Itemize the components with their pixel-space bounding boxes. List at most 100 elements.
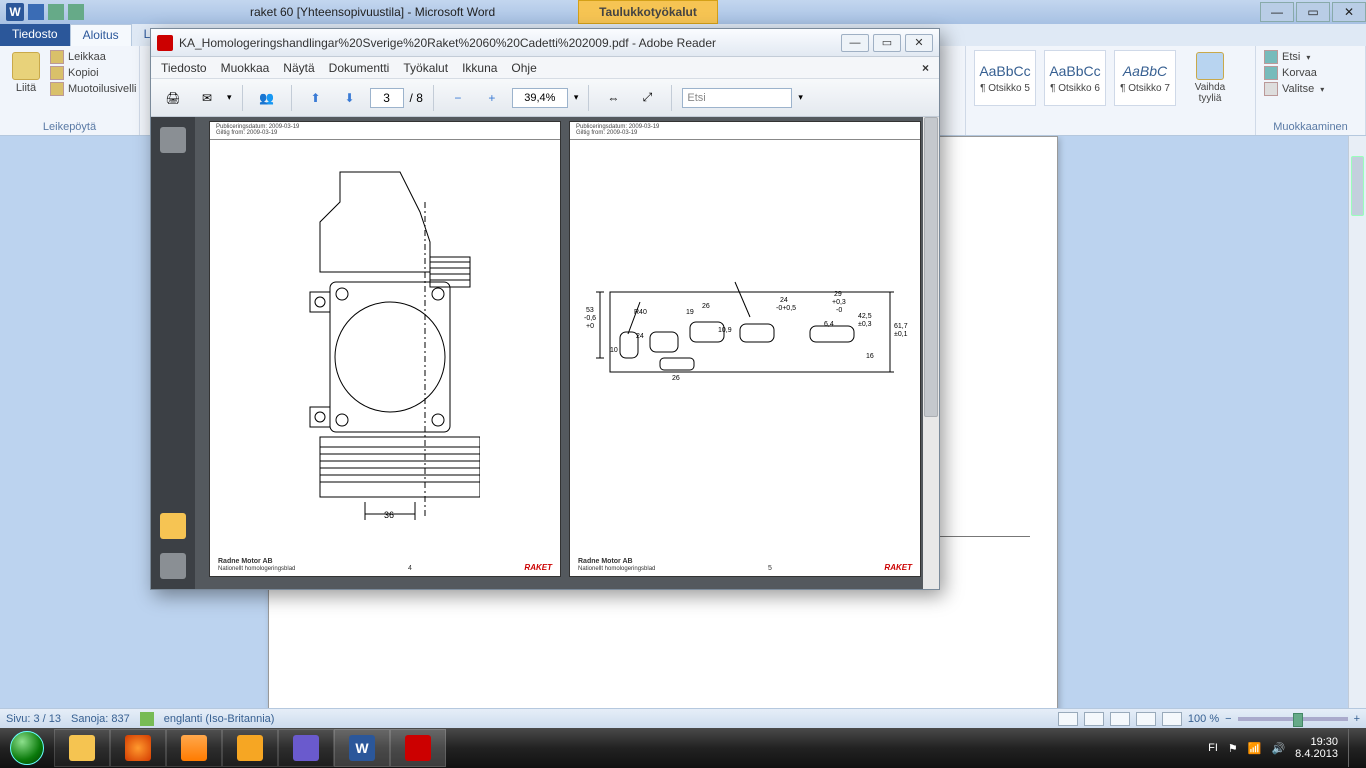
menu-help[interactable]: Ohje (511, 61, 536, 75)
menu-view[interactable]: Näytä (283, 61, 314, 75)
tray-volume-icon[interactable]: 🔊 (1271, 742, 1285, 755)
menu-window[interactable]: Ikkuna (462, 61, 497, 75)
reader-vertical-scrollbar[interactable] (923, 117, 939, 589)
zoom-out-button[interactable]: − (444, 84, 472, 112)
fit-page-button[interactable]: ⤢ (633, 84, 661, 112)
scrollbar-thumb[interactable] (924, 117, 938, 417)
fit-page-icon: ⤢ (643, 90, 653, 105)
zoom-out-button[interactable]: − (1225, 713, 1231, 725)
zoom-slider[interactable] (1238, 717, 1348, 721)
fit-width-button[interactable]: ⇔ (599, 84, 627, 112)
page-header: Publiceringsdatum: 2009-03-19 Giltig fro… (210, 122, 560, 140)
select-button[interactable]: Valitse▾ (1264, 82, 1324, 96)
copy-button[interactable]: Kopioi (50, 66, 136, 80)
menu-close-doc-button[interactable]: × (922, 61, 929, 75)
menu-edit[interactable]: Muokkaa (221, 61, 270, 75)
svg-text:-0+0,5: -0+0,5 (776, 305, 796, 312)
show-desktop-button[interactable] (1348, 729, 1358, 767)
tray-language[interactable]: FI (1208, 742, 1218, 754)
tray-flag-icon[interactable]: ⚑ (1228, 742, 1238, 755)
reader-page-view[interactable]: Publiceringsdatum: 2009-03-19 Giltig fro… (195, 117, 939, 589)
email-button[interactable]: ✉ (193, 84, 221, 112)
minimize-button[interactable]: — (1260, 2, 1294, 22)
view-draft[interactable] (1162, 712, 1182, 726)
view-full-screen[interactable] (1084, 712, 1104, 726)
taskbar-word[interactable]: W (334, 729, 390, 767)
tray-network-icon[interactable]: 📶 (1248, 742, 1262, 755)
find-input[interactable]: Etsi (682, 88, 792, 108)
pdf-page-left: Publiceringsdatum: 2009-03-19 Giltig fro… (209, 121, 561, 577)
zoom-in-button[interactable]: + (478, 84, 506, 112)
taskbar-adobe-reader[interactable] (390, 729, 446, 767)
maximize-button[interactable]: ▭ (1296, 2, 1330, 22)
redo-icon[interactable] (68, 4, 84, 20)
zoom-level[interactable]: 100 % (1188, 713, 1219, 725)
page-down-button[interactable]: ⬇ (336, 84, 364, 112)
reader-close-button[interactable]: ✕ (905, 34, 933, 52)
collaborate-button[interactable]: 👥 (253, 84, 281, 112)
taskbar-unknown[interactable] (278, 729, 334, 767)
svg-text:24: 24 (636, 333, 644, 340)
style-heading6[interactable]: AaBbCc ¶ Otsikko 6 (1044, 50, 1106, 106)
cut-button[interactable]: Leikkaa (50, 50, 136, 64)
page-number-input[interactable] (370, 88, 404, 108)
reader-maximize-button[interactable]: ▭ (873, 34, 901, 52)
contextual-tab-table-tools[interactable]: Taulukkotyökalut (578, 0, 718, 24)
status-page[interactable]: Sivu: 3 / 13 (6, 713, 61, 725)
thumbnails-icon[interactable] (160, 127, 186, 153)
zoom-in-button[interactable]: + (1354, 713, 1360, 725)
svg-text:±0,3: ±0,3 (858, 321, 872, 328)
start-button[interactable] (0, 728, 54, 768)
view-outline[interactable] (1136, 712, 1156, 726)
attachments-icon[interactable] (160, 553, 186, 579)
page-up-button[interactable]: ⬆ (302, 84, 330, 112)
svg-text:±0,1: ±0,1 (894, 331, 908, 338)
comments-icon[interactable] (160, 513, 186, 539)
view-web-layout[interactable] (1110, 712, 1130, 726)
word-vertical-scrollbar[interactable] (1348, 136, 1366, 708)
page-footer: Radne Motor AB Nationellt homologeringsb… (218, 558, 552, 572)
menu-tools[interactable]: Työkalut (403, 61, 448, 75)
taskbar-firefox[interactable] (110, 729, 166, 767)
tray-clock[interactable]: 19:30 8.4.2013 (1295, 736, 1338, 760)
svg-text:26: 26 (672, 375, 680, 382)
word-logo-icon: W (6, 3, 24, 21)
cut-label: Leikkaa (68, 51, 106, 63)
replace-button[interactable]: Korvaa (1264, 66, 1324, 80)
taskbar-outlook[interactable] (222, 729, 278, 767)
taskbar-explorer[interactable] (54, 729, 110, 767)
proofing-icon[interactable] (140, 712, 154, 726)
style-heading5[interactable]: AaBbCc ¶ Otsikko 5 (974, 50, 1036, 106)
reader-content: Publiceringsdatum: 2009-03-19 Giltig fro… (151, 117, 939, 589)
menu-file[interactable]: Tiedosto (161, 61, 207, 75)
zoom-level-box[interactable]: 39,4% (512, 88, 568, 108)
format-painter-button[interactable]: Muotoilusivelli (50, 82, 136, 96)
print-button[interactable]: 🖨 (159, 84, 187, 112)
outlook-icon (237, 735, 263, 761)
clock-time: 19:30 (1295, 736, 1338, 748)
find-button[interactable]: Etsi▾ (1264, 50, 1324, 64)
scrollbar-thumb[interactable] (1351, 156, 1364, 216)
reader-titlebar[interactable]: KA_Homologeringshandlingar%20Sverige%20R… (151, 29, 939, 57)
select-icon (1264, 82, 1278, 96)
change-styles-label: Vaihda tyyliä (1188, 82, 1232, 104)
tab-file[interactable]: Tiedosto (0, 24, 70, 46)
select-label: Valitse (1282, 83, 1314, 95)
status-words[interactable]: Sanoja: 837 (71, 713, 130, 725)
style-sample: AaBbC (1123, 63, 1167, 79)
status-language[interactable]: englanti (Iso-Britannia) (164, 713, 275, 725)
close-button[interactable]: ✕ (1332, 2, 1366, 22)
undo-icon[interactable] (48, 4, 64, 20)
reader-minimize-button[interactable]: — (841, 34, 869, 52)
minus-icon: − (454, 91, 461, 105)
change-styles-button[interactable]: Vaihda tyyliä (1184, 50, 1236, 106)
svg-text:10,9: 10,9 (718, 327, 732, 334)
collaborate-icon: 👥 (259, 91, 274, 105)
paste-button[interactable]: Liitä (8, 50, 44, 96)
style-heading7[interactable]: AaBbC ¶ Otsikko 7 (1114, 50, 1176, 106)
tab-home[interactable]: Aloitus (70, 24, 132, 46)
taskbar-mediaplayer[interactable] (166, 729, 222, 767)
view-print-layout[interactable] (1058, 712, 1078, 726)
menu-document[interactable]: Dokumentti (329, 61, 390, 75)
save-icon[interactable] (28, 4, 44, 20)
